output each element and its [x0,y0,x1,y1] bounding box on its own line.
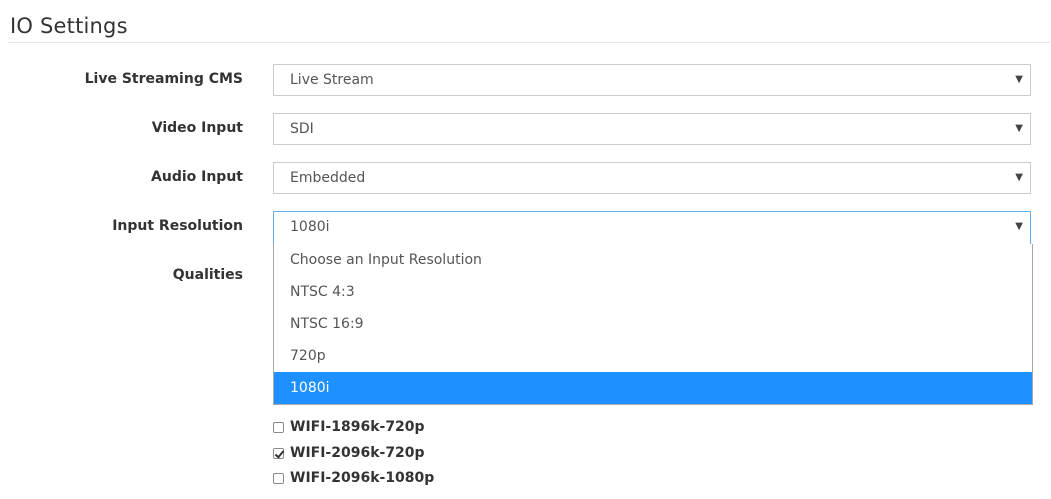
live-streaming-cms-value: Live Stream [290,72,374,88]
input-resolution-value: 1080i [290,219,330,235]
dropdown-option[interactable]: NTSC 16:9 [274,308,1032,340]
audio-input-select[interactable]: Embedded ▼ [273,162,1031,194]
audio-input-label: Audio Input [151,169,243,185]
dropdown-option-selected[interactable]: 1080i [274,372,1032,404]
live-streaming-cms-label: Live Streaming CMS [84,71,243,87]
quality-option-label: WIFI-2096k-1080p [290,470,435,486]
caret-down-icon: ▼ [1015,221,1023,232]
dropdown-option[interactable]: NTSC 4:3 [274,276,1032,308]
checkbox-checked[interactable] [273,447,284,459]
quality-option[interactable]: WIFI-2096k-1080p [273,466,434,490]
video-input-label: Video Input [151,120,243,136]
caret-down-icon: ▼ [1015,172,1023,183]
caret-down-icon: ▼ [1015,123,1023,134]
quality-option[interactable]: WIFI-2096k-720p [273,441,425,465]
checkbox[interactable] [273,421,284,433]
page-title: IO Settings [10,14,128,38]
quality-option-label: WIFI-1896k-720p [290,419,425,435]
video-input-value: SDI [290,121,314,137]
input-resolution-select[interactable]: 1080i ▼ [273,211,1031,245]
caret-down-icon: ▼ [1015,74,1023,85]
quality-option[interactable]: WIFI-1896k-720p [273,415,425,439]
dropdown-option[interactable]: 720p [274,340,1032,372]
video-input-select[interactable]: SDI ▼ [273,113,1031,145]
dropdown-option[interactable]: Choose an Input Resolution [274,244,1032,276]
audio-input-value: Embedded [290,170,366,186]
qualities-label: Qualities [172,267,243,283]
live-streaming-cms-select[interactable]: Live Stream ▼ [273,64,1031,96]
quality-option-label: WIFI-2096k-720p [290,445,425,461]
checkbox[interactable] [273,472,284,484]
input-resolution-dropdown[interactable]: Choose an Input Resolution NTSC 4:3 NTSC… [273,244,1033,405]
title-divider [8,42,1050,43]
input-resolution-label: Input Resolution [112,218,243,234]
